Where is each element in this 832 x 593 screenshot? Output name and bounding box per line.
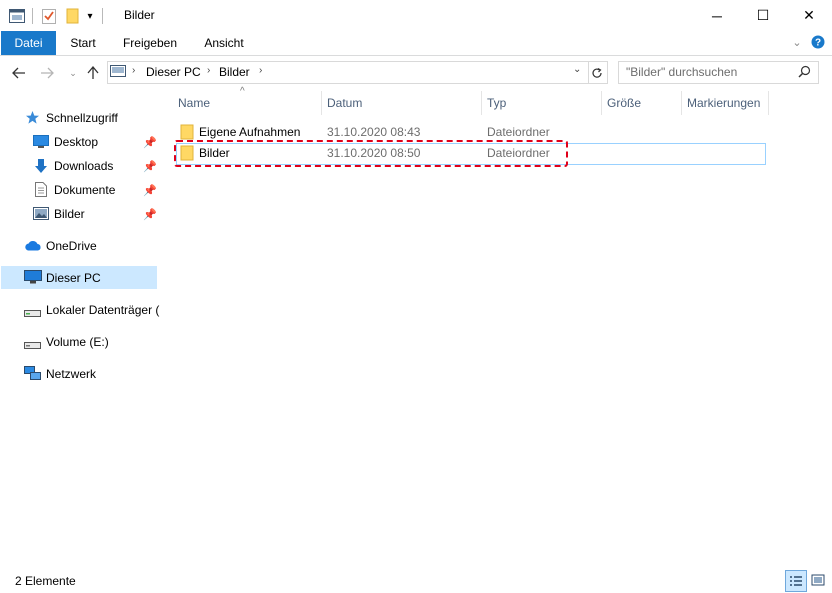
highlight-annotation bbox=[174, 140, 568, 167]
tab-start[interactable]: Start bbox=[62, 31, 104, 55]
breadcrumb-separator-icon[interactable]: › bbox=[259, 65, 262, 76]
nav-netzwerk[interactable]: Netzwerk bbox=[46, 367, 96, 381]
column-groesse[interactable]: Größe bbox=[607, 96, 641, 110]
window-title: Bilder bbox=[124, 8, 155, 22]
breadcrumb-bilder[interactable]: Bilder bbox=[219, 65, 250, 79]
column-markierungen[interactable]: Markierungen bbox=[687, 96, 760, 110]
details-view-icon[interactable] bbox=[785, 570, 807, 592]
expand-ribbon-icon[interactable]: ⌄ bbox=[789, 34, 805, 50]
this-pc-icon bbox=[24, 270, 42, 287]
svg-text:?: ? bbox=[815, 38, 821, 49]
breadcrumb-separator-icon[interactable]: › bbox=[132, 65, 135, 76]
pin-icon[interactable]: 📌 bbox=[143, 184, 157, 197]
network-icon bbox=[24, 366, 41, 384]
document-icon bbox=[35, 182, 47, 200]
help-icon[interactable]: ? bbox=[810, 34, 826, 50]
file-name[interactable]: Eigene Aufnahmen bbox=[199, 125, 300, 139]
onedrive-icon bbox=[24, 240, 42, 254]
drive-icon bbox=[24, 338, 41, 352]
forward-button[interactable] bbox=[38, 64, 56, 82]
properties-icon[interactable] bbox=[40, 8, 58, 24]
nav-lokaler-datentraeger[interactable]: Lokaler Datenträger ( bbox=[46, 303, 159, 317]
tab-ansicht[interactable]: Ansicht bbox=[196, 31, 252, 55]
nav-downloads[interactable]: Downloads bbox=[54, 159, 113, 173]
pin-icon[interactable]: 📌 bbox=[143, 136, 157, 149]
title-separator bbox=[102, 8, 103, 24]
drive-icon bbox=[24, 306, 41, 320]
nav-volume-e[interactable]: Volume (E:) bbox=[46, 335, 109, 349]
search-icon[interactable] bbox=[798, 65, 811, 81]
nav-onedrive[interactable]: OneDrive bbox=[46, 239, 97, 253]
window-icon[interactable] bbox=[8, 8, 26, 24]
quick-access-separator bbox=[32, 8, 33, 24]
column-divider[interactable] bbox=[481, 91, 482, 115]
column-name[interactable]: Name bbox=[178, 96, 210, 110]
large-icons-view-icon[interactable] bbox=[808, 570, 828, 590]
new-folder-icon[interactable] bbox=[63, 8, 81, 24]
recent-locations-chevron-icon[interactable]: ⌄ bbox=[64, 64, 82, 82]
minimize-button[interactable]: ─ bbox=[694, 0, 740, 31]
desktop-icon bbox=[33, 135, 49, 151]
address-dropdown-icon[interactable]: ⌄ bbox=[573, 64, 581, 75]
file-date: 31.10.2020 08:43 bbox=[327, 125, 421, 139]
nav-dieser-pc[interactable]: Dieser PC bbox=[46, 271, 101, 285]
download-icon bbox=[34, 158, 48, 177]
nav-dokumente[interactable]: Dokumente bbox=[54, 183, 115, 197]
column-divider[interactable] bbox=[601, 91, 602, 115]
search-placeholder: "Bilder" durchsuchen bbox=[626, 65, 738, 79]
up-button[interactable] bbox=[84, 64, 102, 82]
breadcrumb-dieser-pc[interactable]: Dieser PC bbox=[146, 65, 201, 79]
column-divider[interactable] bbox=[768, 91, 769, 115]
customize-toolbar-dropdown-icon[interactable]: ▾ bbox=[84, 8, 96, 24]
maximize-button[interactable]: ☐ bbox=[740, 0, 786, 31]
back-button[interactable] bbox=[10, 64, 28, 82]
star-icon bbox=[25, 110, 40, 128]
column-divider[interactable] bbox=[321, 91, 322, 115]
nav-quick-access[interactable]: Schnellzugriff bbox=[46, 111, 118, 125]
refresh-button[interactable] bbox=[587, 61, 608, 84]
nav-desktop[interactable]: Desktop bbox=[54, 135, 98, 149]
sort-ascending-icon: ^ bbox=[240, 86, 245, 97]
file-type: Dateiordner bbox=[487, 125, 550, 139]
pictures-icon bbox=[33, 207, 49, 223]
column-typ[interactable]: Typ bbox=[487, 96, 506, 110]
pin-icon[interactable]: 📌 bbox=[143, 160, 157, 173]
column-datum[interactable]: Datum bbox=[327, 96, 362, 110]
column-divider[interactable] bbox=[681, 91, 682, 115]
breadcrumb-separator-icon[interactable]: › bbox=[207, 65, 210, 76]
tab-freigeben[interactable]: Freigeben bbox=[114, 31, 186, 55]
nav-bilder[interactable]: Bilder bbox=[54, 207, 85, 221]
status-item-count: 2 Elemente bbox=[15, 574, 76, 588]
tab-datei[interactable]: Datei bbox=[1, 31, 56, 55]
this-pc-address-icon bbox=[110, 65, 126, 80]
close-button[interactable]: ✕ bbox=[786, 0, 832, 31]
pin-icon[interactable]: 📌 bbox=[143, 208, 157, 221]
